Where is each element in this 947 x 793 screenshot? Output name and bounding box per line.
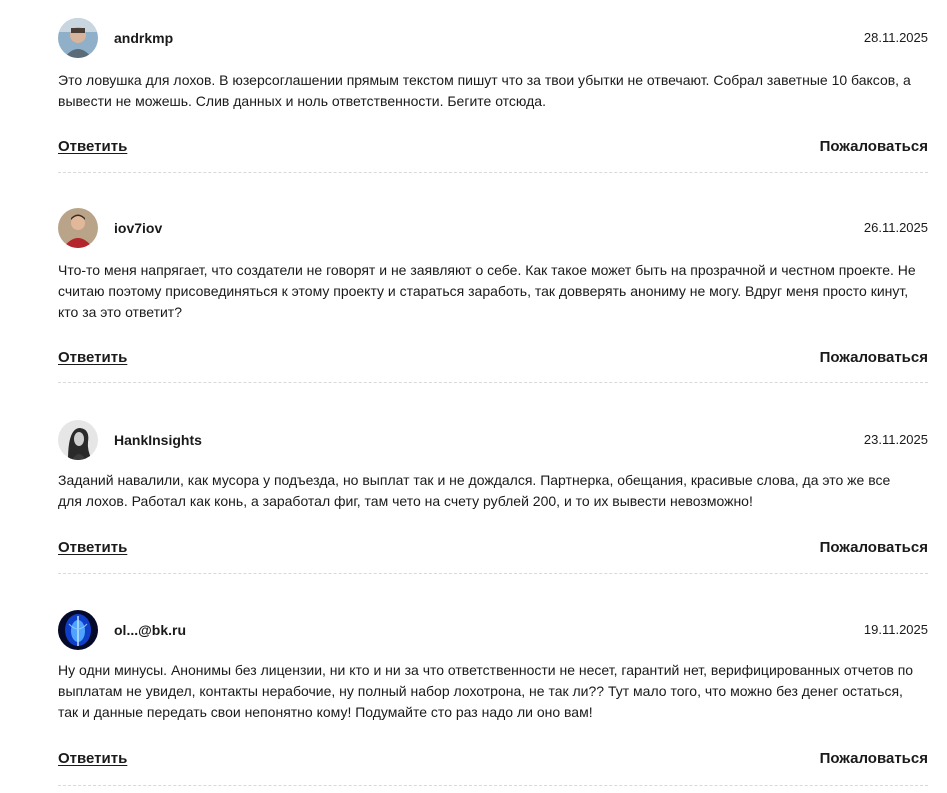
comment-item: iov7iov 26.11.2025 Что-то меня напрягает…	[58, 173, 928, 383]
report-button[interactable]: Пожаловаться	[820, 348, 928, 368]
reply-button[interactable]: Ответить	[58, 348, 127, 368]
user-photo-icon	[58, 18, 98, 58]
avatar[interactable]	[58, 208, 98, 248]
comment-actions: Ответить Пожаловаться	[58, 749, 928, 769]
avatar[interactable]	[58, 610, 98, 650]
comment-header: ol...@bk.ru 19.11.2025	[58, 610, 928, 650]
user-photo-icon	[58, 420, 98, 460]
reply-button[interactable]: Ответить	[58, 538, 127, 558]
comment-date: 28.11.2025	[863, 30, 928, 45]
username[interactable]: iov7iov	[114, 220, 162, 236]
reply-button[interactable]: Ответить	[58, 749, 127, 769]
comment-actions: Ответить Пожаловаться	[58, 348, 928, 368]
reply-button[interactable]: Ответить	[58, 137, 127, 157]
comment-actions: Ответить Пожаловаться	[58, 137, 928, 157]
report-button[interactable]: Пожаловаться	[820, 538, 928, 558]
avatar[interactable]	[58, 18, 98, 58]
comment-text: Что-то меня напрягает, что создатели не …	[58, 262, 916, 320]
username[interactable]: HankInsights	[114, 432, 202, 448]
comment-actions: Ответить Пожаловаться	[58, 538, 928, 558]
comment-item: ol...@bk.ru 19.11.2025 Ну одни минусы. А…	[58, 574, 928, 786]
comment-date: 19.11.2025	[863, 622, 928, 637]
username[interactable]: ol...@bk.ru	[114, 622, 186, 638]
comment-item: andrkmp 28.11.2025 Это ловушка для лохов…	[58, 0, 928, 173]
comment-text: Заданий навалили, как мусора у подъезда,…	[58, 472, 891, 509]
user-photo-icon	[58, 610, 98, 650]
report-button[interactable]: Пожаловаться	[820, 137, 928, 157]
username[interactable]: andrkmp	[114, 30, 173, 46]
report-button[interactable]: Пожаловаться	[820, 749, 928, 769]
comment-item: HankInsights 23.11.2025 Заданий навалили…	[58, 383, 928, 574]
comment-date: 26.11.2025	[863, 220, 928, 235]
comment-header: HankInsights 23.11.2025	[58, 420, 928, 460]
comment-header: andrkmp 28.11.2025	[58, 18, 928, 58]
comment-text: Это ловушка для лохов. В юзерсоглашении …	[58, 72, 911, 109]
comment-header: iov7iov 26.11.2025	[58, 208, 928, 248]
avatar[interactable]	[58, 420, 98, 460]
user-photo-icon	[58, 208, 98, 248]
comment-text: Ну одни минусы. Анонимы без лицензии, ни…	[58, 662, 914, 720]
comment-date: 23.11.2025	[863, 432, 928, 447]
